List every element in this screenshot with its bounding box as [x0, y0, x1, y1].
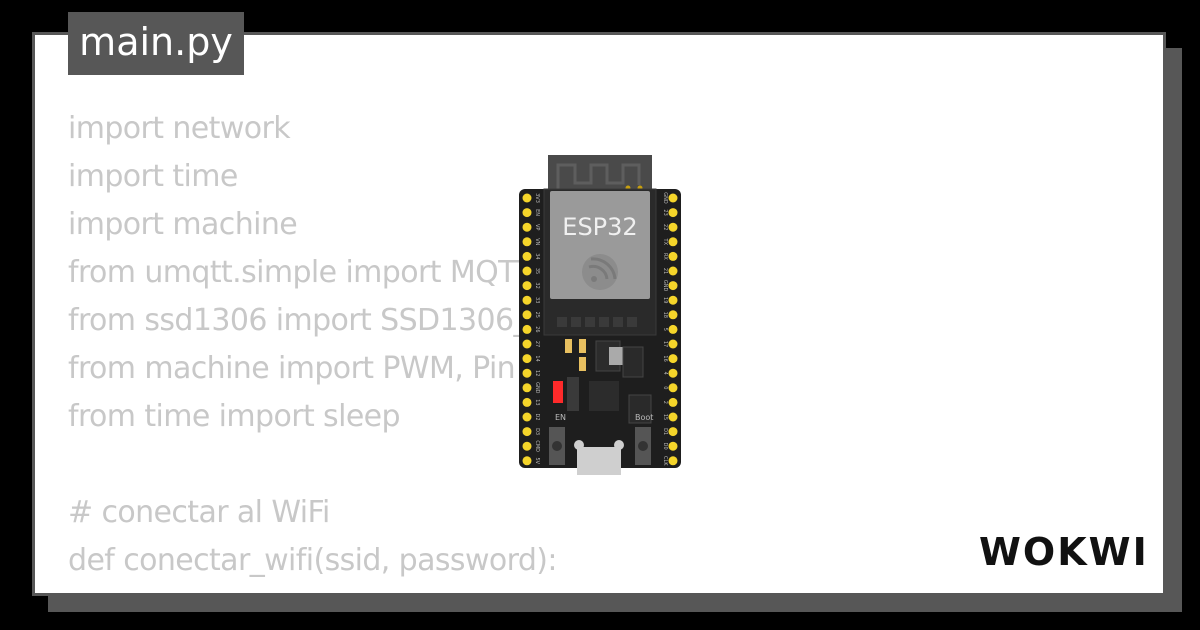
pin-left-34[interactable] — [522, 251, 532, 261]
pin-left-14[interactable] — [522, 354, 532, 364]
pin-label: 14 — [534, 355, 540, 361]
pin-right-17[interactable] — [668, 339, 678, 349]
pin-label: VP — [534, 224, 540, 230]
pin-label: 2 — [662, 401, 668, 404]
pin-left-vn[interactable] — [522, 237, 532, 247]
wokwi-logo-text: WOKWI — [979, 530, 1149, 574]
pin-label: 34 — [534, 253, 540, 259]
pin-label: D0 — [662, 443, 668, 450]
power-led — [553, 381, 563, 403]
pin-label: 32 — [534, 282, 540, 288]
pin-label: 3V3 — [534, 193, 540, 203]
pin-label: 22 — [662, 224, 668, 230]
pin-right-18[interactable] — [668, 310, 678, 320]
pin-label: 17 — [662, 341, 668, 347]
pin-label: 12 — [534, 370, 540, 376]
wokwi-logo: WOKWI — [979, 530, 1149, 574]
pin-label: 4 — [662, 372, 668, 375]
pin-left-5v[interactable] — [522, 456, 532, 466]
pin-right-clk[interactable] — [668, 456, 678, 466]
pin-label: 33 — [534, 297, 540, 303]
pin-label: RX — [662, 253, 668, 260]
pin-label: CMD — [534, 440, 540, 452]
pin-right-d1[interactable] — [668, 427, 678, 437]
code-line: def conectar_wifi(ssid, password): — [68, 543, 558, 578]
pin-left-gnd[interactable] — [522, 383, 532, 393]
pin-left-35[interactable] — [522, 266, 532, 276]
pin-left-3v3[interactable] — [522, 193, 532, 203]
pin-label: TX — [662, 238, 668, 246]
pin-label: 5V — [534, 457, 540, 464]
pin-label: 19 — [662, 297, 668, 303]
pin-left-27[interactable] — [522, 339, 532, 349]
pin-label: GND — [534, 382, 540, 394]
pin-label: GND — [662, 280, 668, 292]
pin-label: EN — [534, 209, 540, 216]
pin-label: D1 — [662, 428, 668, 435]
pin-right-22[interactable] — [668, 222, 678, 232]
usb-uart-chip — [589, 381, 619, 411]
code-line: sta_if = network.WLAN(network.STA_IF) — [68, 585, 679, 593]
pin-label: VN — [534, 238, 540, 245]
usb-port[interactable] — [577, 447, 621, 475]
pin-right-21[interactable] — [668, 266, 678, 276]
pin-right-d0[interactable] — [668, 441, 678, 451]
pin-label: 0 — [662, 386, 668, 389]
pin-right-rx[interactable] — [668, 251, 678, 261]
pin-label: GND — [662, 192, 668, 204]
pin-right-2[interactable] — [668, 397, 678, 407]
pin-right-4[interactable] — [668, 368, 678, 378]
pin-label: 26 — [534, 326, 540, 332]
pin-right-tx[interactable] — [668, 237, 678, 247]
pin-label: 35 — [534, 268, 540, 274]
pin-right-gnd[interactable] — [668, 281, 678, 291]
pin-label: D3 — [534, 428, 540, 435]
pin-label: 27 — [534, 341, 540, 347]
chip-label: ESP32 — [562, 213, 637, 241]
pin-left-12[interactable] — [522, 368, 532, 378]
esp32-board[interactable]: ESP32 EN Boot 3V3ENVPVN34353233252627141… — [519, 155, 681, 480]
pin-left-d3[interactable] — [522, 427, 532, 437]
pin-left-en[interactable] — [522, 208, 532, 218]
pin-right-gnd[interactable] — [668, 193, 678, 203]
espressif-icon — [582, 254, 618, 290]
pin-label: 18 — [662, 312, 668, 318]
pin-label: 13 — [534, 399, 540, 405]
pin-label: 23 — [662, 209, 668, 215]
pin-left-13[interactable] — [522, 397, 532, 407]
pin-left-32[interactable] — [522, 281, 532, 291]
pin-left-d2[interactable] — [522, 412, 532, 422]
en-label: EN — [555, 413, 566, 422]
pin-right-16[interactable] — [668, 354, 678, 364]
pin-left-26[interactable] — [522, 324, 532, 334]
pin-right-15[interactable] — [668, 412, 678, 422]
pin-right-5[interactable] — [668, 324, 678, 334]
pin-label: D2 — [534, 413, 540, 420]
pin-right-0[interactable] — [668, 383, 678, 393]
pin-label: 16 — [662, 355, 668, 361]
file-tab-label: main.py — [79, 20, 233, 64]
pin-left-cmd[interactable] — [522, 441, 532, 451]
pin-right-23[interactable] — [668, 208, 678, 218]
pin-left-25[interactable] — [522, 310, 532, 320]
pin-left-33[interactable] — [522, 295, 532, 305]
pin-label: 15 — [662, 414, 668, 420]
pin-label: 5 — [662, 328, 668, 331]
boot-label: Boot — [635, 413, 653, 422]
pin-label: CLK — [662, 456, 668, 466]
pin-label: 25 — [534, 312, 540, 318]
pin-label: 21 — [662, 268, 668, 274]
file-tab[interactable]: main.py — [68, 12, 244, 75]
pin-right-19[interactable] — [668, 295, 678, 305]
pin-left-vp[interactable] — [522, 222, 532, 232]
code-line: # conectar al WiFi — [68, 495, 330, 530]
code-line: import network — [68, 111, 291, 146]
